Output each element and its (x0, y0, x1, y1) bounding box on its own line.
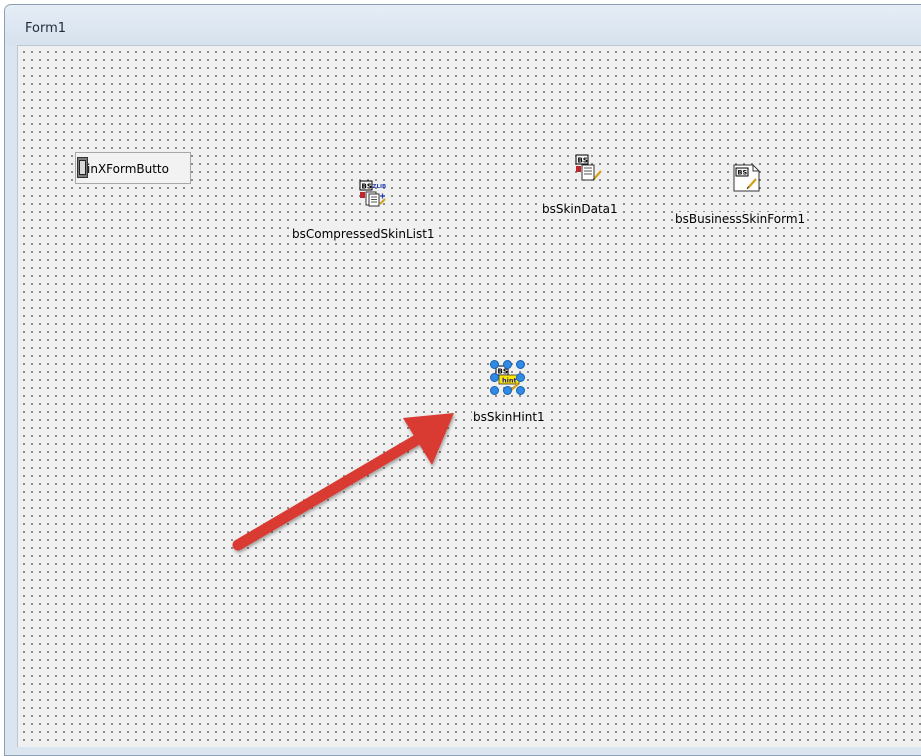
window-title: Form1 (25, 21, 67, 36)
title-bar[interactable]: Form1 (5, 5, 921, 45)
annotation-arrow (232, 413, 454, 551)
form-designer-window: Form1 inXFormButto BS ZLIB bsCompressedS… (4, 4, 921, 756)
form-design-surface[interactable]: inXFormButto BS ZLIB bsCompressedSkinLis… (17, 45, 921, 747)
